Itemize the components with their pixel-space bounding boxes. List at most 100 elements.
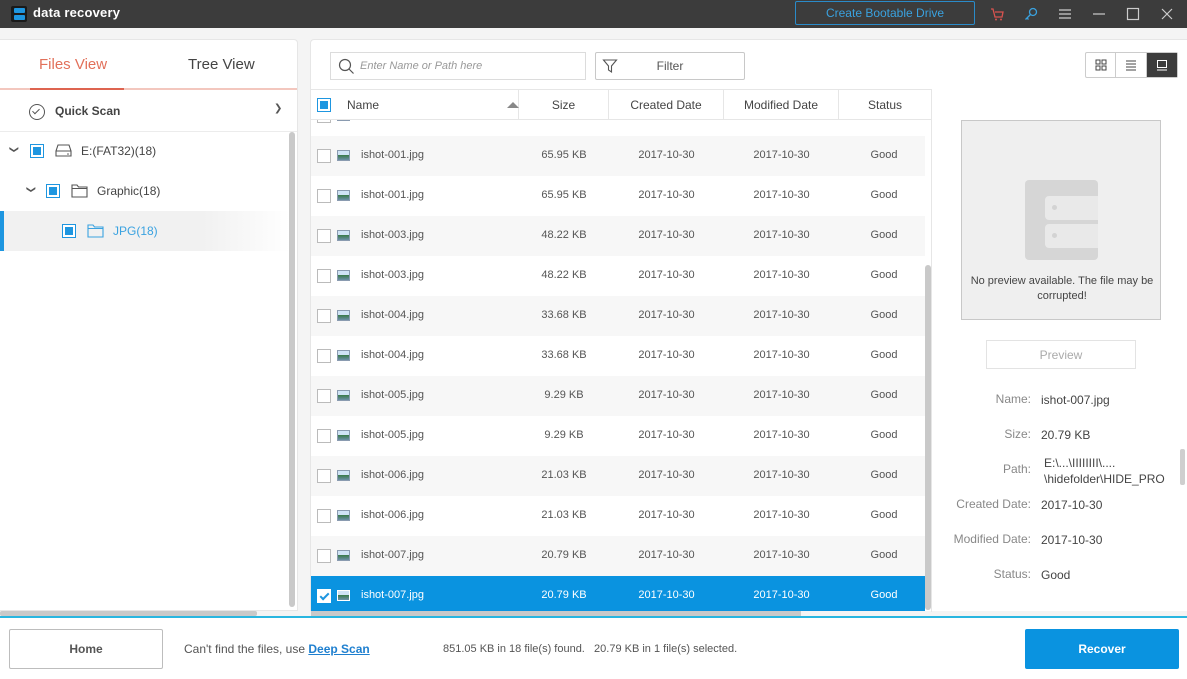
image-file-icon [337,190,350,201]
quick-scan-header[interactable]: Quick Scan ❯ [0,92,297,132]
row-checkbox[interactable] [317,149,331,163]
column-created-date[interactable]: Created Date [609,90,724,120]
cell-created-date: 2017-10-30 [638,349,695,361]
home-button[interactable]: Home [9,629,163,669]
cell-status: Good [870,149,898,161]
preview-button[interactable]: Preview [986,340,1136,369]
deep-scan-hint: Can't find the files, use Deep Scan [184,642,370,656]
row-checkbox[interactable] [317,349,331,363]
cell-created-date: 2017-10-30 [638,149,695,161]
close-icon[interactable] [1157,4,1177,24]
filter-label: Filter [656,59,684,73]
row-checkbox[interactable] [317,429,331,443]
table-row[interactable]: ishot-003.jpg 48.22 KB 2017-10-30 2017-10-3… [311,256,925,296]
details-vertical-scrollbar[interactable] [1180,449,1185,485]
row-checkbox[interactable] [317,549,331,563]
table-row[interactable]: ishot-006.jpg 21.03 KB 2017-10-30 2017-10-3… [311,456,925,496]
key-icon[interactable] [1021,4,1041,24]
table-row[interactable]: ishot-001.jpg 65.95 KB 2017-10-30 2017-10-3… [311,176,925,216]
chevron-down-icon[interactable]: ❯ [274,103,282,114]
row-checkbox[interactable] [317,189,331,203]
row-checkbox[interactable] [317,309,331,323]
cell-modified-date: 2017-10-30 [753,469,810,481]
sort-ascending-icon [507,102,519,108]
table-row[interactable]: ishot-005.jpg 9.29 KB 2017-10-30 2017-10-30… [311,416,925,456]
app-title: data recovery [33,5,121,20]
maximize-icon[interactable] [1123,4,1143,24]
found-summary: 851.05 KB in 18 file(s) found. [443,643,585,655]
select-all-checkbox[interactable] [317,98,331,112]
cell-size: 33.68 KB [541,309,587,321]
search-box[interactable] [330,52,586,80]
search-input[interactable] [360,56,580,76]
tree-item-jpg[interactable]: JPG(18) [0,211,290,251]
tree-item-graphic[interactable]: ❯ Graphic(18) [0,171,290,211]
cell-created-date: 2017-10-30 [638,589,695,601]
minimize-icon[interactable] [1089,4,1109,24]
grid-view-icon[interactable] [1086,53,1117,77]
column-name[interactable]: Name [311,90,519,120]
footer-bar: Home Can't find the files, use Deep Scan… [0,616,1187,679]
left-vertical-scrollbar[interactable] [289,132,295,607]
column-modified-date[interactable]: Modified Date [724,90,839,120]
tab-files-view[interactable]: Files View [39,56,107,73]
chevron-down-icon[interactable]: ❯ [8,146,19,154]
table-row[interactable]: ishot-004.jpg 33.68 KB 2017-10-30 2017-10-3… [311,336,925,376]
row-checkbox[interactable] [317,229,331,243]
image-file-icon [337,430,350,441]
preview-view-icon[interactable] [1146,53,1177,77]
cell-status: Good [870,229,898,241]
cell-size: 20.79 KB [541,549,587,561]
active-tab-indicator [30,88,124,90]
row-checkbox[interactable] [317,120,331,123]
table-row[interactable]: ishot-007.jpg 20.79 KB 2017-10-30 2017-10-3… [311,576,925,611]
table-row[interactable]: ishot-005.jpg 9.29 KB 2017-10-30 2017-10-30… [311,376,925,416]
search-icon [338,58,354,74]
list-view-icon[interactable] [1116,53,1147,77]
row-checkbox[interactable] [317,589,331,603]
tree-item-drive[interactable]: ❯ E:(FAT32)(18) [0,131,290,171]
cell-name: ishot-001.jpg [361,189,424,201]
table-row[interactable] [311,120,925,136]
column-size[interactable]: Size [519,90,609,120]
row-checkbox[interactable] [317,269,331,283]
cell-status: Good [870,189,898,201]
cell-status: Good [870,549,898,561]
chevron-down-icon[interactable]: ❯ [25,186,36,194]
recover-button[interactable]: Recover [1025,629,1179,669]
cell-size: 65.95 KB [541,189,587,201]
image-file-icon [337,470,350,481]
cell-status: Good [870,429,898,441]
tree-label: Graphic(18) [97,184,161,198]
column-status[interactable]: Status [839,90,931,120]
table-row[interactable]: ishot-003.jpg 48.22 KB 2017-10-30 2017-10-3… [311,216,925,256]
table-row[interactable]: ishot-006.jpg 21.03 KB 2017-10-30 2017-10-3… [311,496,925,536]
cell-name: ishot-005.jpg [361,389,424,401]
scan-stats: 851.05 KB in 18 file(s) found. 20.79 KB … [443,643,737,655]
tree-checkbox[interactable] [30,144,44,158]
cell-size: 33.68 KB [541,349,587,361]
menu-icon[interactable] [1055,4,1075,24]
cell-status: Good [870,389,898,401]
cell-size: 21.03 KB [541,509,587,521]
create-bootable-drive-button[interactable]: Create Bootable Drive [795,1,975,25]
tab-tree-view[interactable]: Tree View [188,56,255,73]
table-row[interactable]: ishot-007.jpg 20.79 KB 2017-10-30 2017-10-3… [311,536,925,576]
row-checkbox[interactable] [317,509,331,523]
cart-icon[interactable] [987,4,1007,24]
cell-status: Good [870,309,898,321]
deep-scan-link[interactable]: Deep Scan [308,642,369,656]
image-file-icon [337,150,350,161]
row-checkbox[interactable] [317,389,331,403]
cell-name: ishot-004.jpg [361,349,424,361]
app-logo-icon [11,6,27,22]
table-row[interactable]: ishot-001.jpg 65.95 KB 2017-10-30 2017-10-3… [311,136,925,176]
drive-icon [55,144,72,157]
selected-summary: 20.79 KB in 1 file(s) selected. [594,643,738,655]
tree-checkbox[interactable] [62,224,76,238]
row-checkbox[interactable] [317,469,331,483]
tree-checkbox[interactable] [46,184,60,198]
table-row[interactable]: ishot-004.jpg 33.68 KB 2017-10-30 2017-10-3… [311,296,925,336]
filter-button[interactable]: Filter [595,52,745,80]
cell-size: 21.03 KB [541,469,587,481]
